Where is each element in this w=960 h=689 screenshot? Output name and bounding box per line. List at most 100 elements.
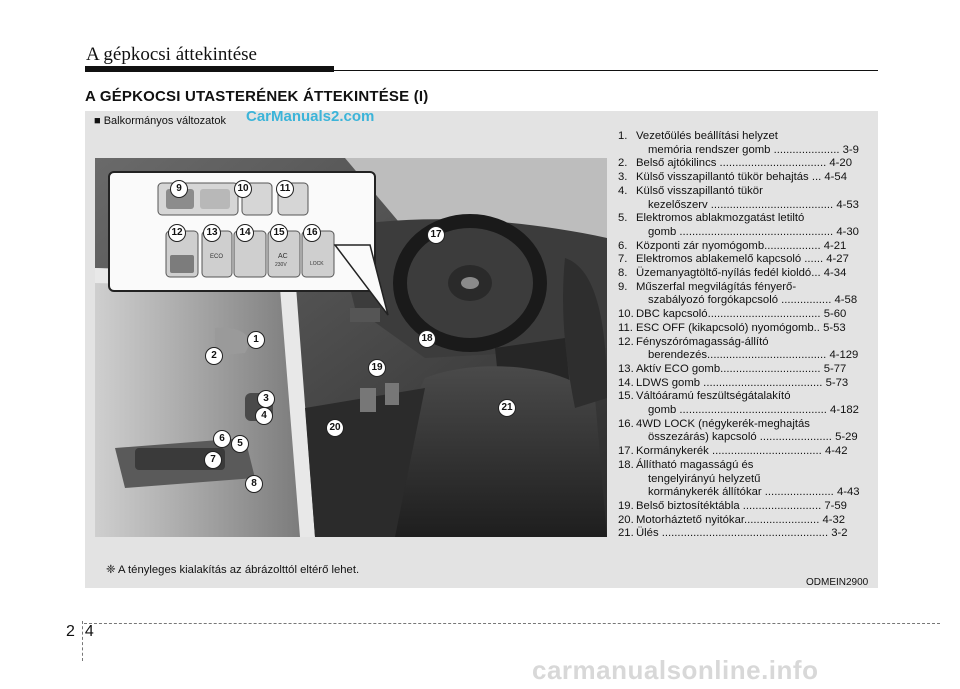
- legend-item: 3. Külső visszapillantó tükör behajtás ..…: [618, 171, 868, 185]
- legend-item-number: 11.: [618, 321, 633, 334]
- section-title: A GÉPKOCSI UTASTERÉNEK ÁTTEKINTÉSE (I): [85, 88, 429, 105]
- legend-item-line: Vezetőülés beállítási helyzet: [636, 130, 778, 142]
- legend-item-number: 13.: [618, 362, 634, 375]
- legend-item: 16. 4WD LOCK (négykerék-meghajtás összezár…: [618, 418, 868, 445]
- variant-label: ■ Balkormányos változatok: [94, 115, 226, 127]
- legend-item-line: Elektromos ablakemelő kapcsoló ...... 4-…: [636, 253, 849, 266]
- footer-dashed-rule: [84, 623, 940, 624]
- legend-item-line: tengelyirányú helyzetű: [648, 472, 761, 485]
- callout-18: 18: [418, 330, 436, 348]
- callout-7: 7: [204, 451, 222, 469]
- running-header-title: A gépkocsi áttekintése: [86, 44, 257, 65]
- callout-15: 15: [270, 224, 288, 242]
- legend-item-number: 19.: [618, 499, 634, 512]
- legend-item-number: 12.: [618, 335, 634, 348]
- legend-item-number: 4.: [618, 184, 628, 197]
- legend-item-line: Belső biztosítéktábla ..................…: [636, 499, 847, 512]
- legend-item-number: 20.: [618, 513, 634, 526]
- callout-14: 14: [236, 224, 254, 242]
- legend-item-number: 2.: [618, 157, 628, 170]
- legend-item-line: Elektromos ablakmozgatást letiltó: [636, 212, 805, 225]
- legend-item: 18. Állítható magasságú és tengelyirányú h…: [618, 459, 868, 500]
- legend-item-line: összezárás) kapcsoló ...................…: [648, 431, 858, 444]
- callout-11: 11: [276, 180, 294, 198]
- disclaimer-note: ❈ A tényleges kialakítás az ábrázolttól …: [106, 564, 360, 576]
- legend-item: 15. Váltóáramú feszültségátalakító gomb ..…: [618, 390, 868, 417]
- eco-switch-label: ECO: [210, 254, 223, 260]
- legend-item-text: Belső biztosítéktábla ..................…: [636, 500, 868, 514]
- legend-item-line: Fényszórómagasság-állító: [636, 335, 769, 348]
- legend-item: 14. LDWS gomb ...........................…: [618, 377, 868, 391]
- legend-item-line: Váltóáramú feszültségátalakító: [636, 390, 791, 403]
- legend-item-line: Műszerfal megvilágítás fényerő-: [636, 280, 797, 293]
- callout-21: 21: [498, 399, 516, 417]
- legend-item-number: 6.: [618, 239, 628, 252]
- legend-item: 21. Ülés ................................…: [618, 527, 868, 541]
- legend-item-text: Külső visszapillantó tükör behajtás ... …: [636, 171, 868, 185]
- page-index: 4: [84, 623, 94, 640]
- legend-item-line: 4WD LOCK (négykerék-meghajtás: [636, 417, 810, 430]
- legend-item-line: Kormánykerék ...........................…: [636, 445, 848, 458]
- legend-item-line: Ülés ...................................…: [636, 527, 848, 540]
- legend-item-text: Váltóáramú feszültségátalakító gomb .....…: [636, 390, 868, 417]
- ac-voltage-label: 230V: [275, 262, 287, 268]
- header-rule-thick: [85, 66, 334, 72]
- callout-2: 2: [205, 347, 223, 365]
- legend-item-text: Motorháztető nyitókar...................…: [636, 514, 868, 528]
- component-legend-list: 1. Vezetőülés beállítási helyzet memória r…: [618, 130, 868, 541]
- legend-item-text: Aktív ECO gomb..........................…: [636, 363, 868, 377]
- legend-item-line: memória rendszer gomb ..................…: [648, 143, 859, 156]
- legend-item-text: Műszerfal megvilágítás fényerő-szabályoz…: [636, 281, 868, 308]
- inset-pointer: [333, 244, 389, 316]
- legend-item-text: Központi zár nyomógomb..................…: [636, 240, 868, 254]
- legend-item-text: Kormánykerék ...........................…: [636, 445, 868, 459]
- callout-3: 3: [257, 390, 275, 408]
- watermark-carmanualsonline: carmanualsonline.info: [532, 655, 819, 685]
- legend-item-line: ESC OFF (kikapcsoló) nyomógomb.. 5-53: [636, 321, 846, 334]
- page-number: 24: [66, 623, 94, 641]
- page-chapter: 2: [66, 623, 75, 640]
- image-code: ODMEIN2900: [806, 577, 869, 588]
- legend-item: 8. Üzemanyagtöltő-nyílás fedél kioldó... …: [618, 267, 868, 281]
- legend-item: 17. Kormánykerék ........................…: [618, 445, 868, 459]
- legend-item: 11. ESC OFF (kikapcsoló) nyomógomb.. 5-53: [618, 322, 868, 336]
- legend-item: 19. Belső biztosítéktábla ...............…: [618, 500, 868, 514]
- legend-item-line: szabályozó forgókapcsoló ...............…: [648, 294, 858, 307]
- legend-item-text: Elektromos ablakemelő kapcsoló ...... 4-…: [636, 253, 868, 267]
- callout-17: 17: [427, 226, 445, 244]
- watermark-carmanuals: CarManuals2.com: [246, 108, 375, 125]
- legend-item: 13. Aktív ECO gomb.......................…: [618, 363, 868, 377]
- legend-item-line: kezelőszerv ............................…: [648, 198, 859, 211]
- legend-item-number: 9.: [618, 280, 628, 293]
- legend-item-line: kormánykerék állítókar .................…: [648, 486, 860, 499]
- legend-item-text: Fényszórómagasság-állító berendezés......…: [636, 336, 868, 363]
- legend-item-number: 8.: [618, 267, 628, 280]
- legend-item-text: Belső ajtókilincs ......................…: [636, 157, 868, 171]
- legend-item-line: Külső visszapillantó tükör behajtás ... …: [636, 171, 847, 184]
- legend-item-text: Állítható magasságú és tengelyirányú hely…: [636, 459, 868, 500]
- legend-item-number: 15.: [618, 390, 634, 403]
- callout-16: 16: [303, 224, 321, 242]
- legend-item-line: Aktív ECO gomb..........................…: [636, 362, 847, 375]
- legend-item-number: 3.: [618, 171, 628, 184]
- legend-item-number: 21.: [618, 527, 634, 540]
- callout-19: 19: [368, 359, 386, 377]
- legend-item-number: 7.: [618, 253, 628, 266]
- legend-item: 7. Elektromos ablakemelő kapcsoló ...... …: [618, 253, 868, 267]
- legend-item-line: LDWS gomb ..............................…: [636, 376, 849, 389]
- legend-item-line: Belső ajtókilincs ......................…: [636, 157, 852, 170]
- legend-item-line: Központi zár nyomógomb..................…: [636, 239, 847, 252]
- legend-item-number: 1.: [618, 130, 628, 142]
- legend-item-text: Elektromos ablakmozgatást letiltó gomb ..…: [636, 212, 868, 239]
- legend-item: 1. Vezetőülés beállítási helyzet memória r…: [618, 130, 868, 157]
- legend-item-line: Motorháztető nyitókar...................…: [636, 513, 846, 526]
- legend-item-line: gomb ...................................…: [648, 404, 859, 417]
- legend-item-line: berendezés..............................…: [648, 349, 859, 362]
- legend-item: 2. Belső ajtókilincs ....................…: [618, 157, 868, 171]
- legend-item-line: gomb ...................................…: [648, 225, 859, 238]
- legend-item: 10. DBC kapcsoló.........................…: [618, 308, 868, 322]
- lock-switch-label: LOCK: [310, 261, 324, 267]
- legend-item-line: Üzemanyagtöltő-nyílás fedél kioldó... 4-…: [636, 267, 847, 280]
- legend-item-line: DBC kapcsoló............................…: [636, 308, 847, 321]
- legend-item-text: 4WD LOCK (négykerék-meghajtás összezárás)…: [636, 418, 868, 445]
